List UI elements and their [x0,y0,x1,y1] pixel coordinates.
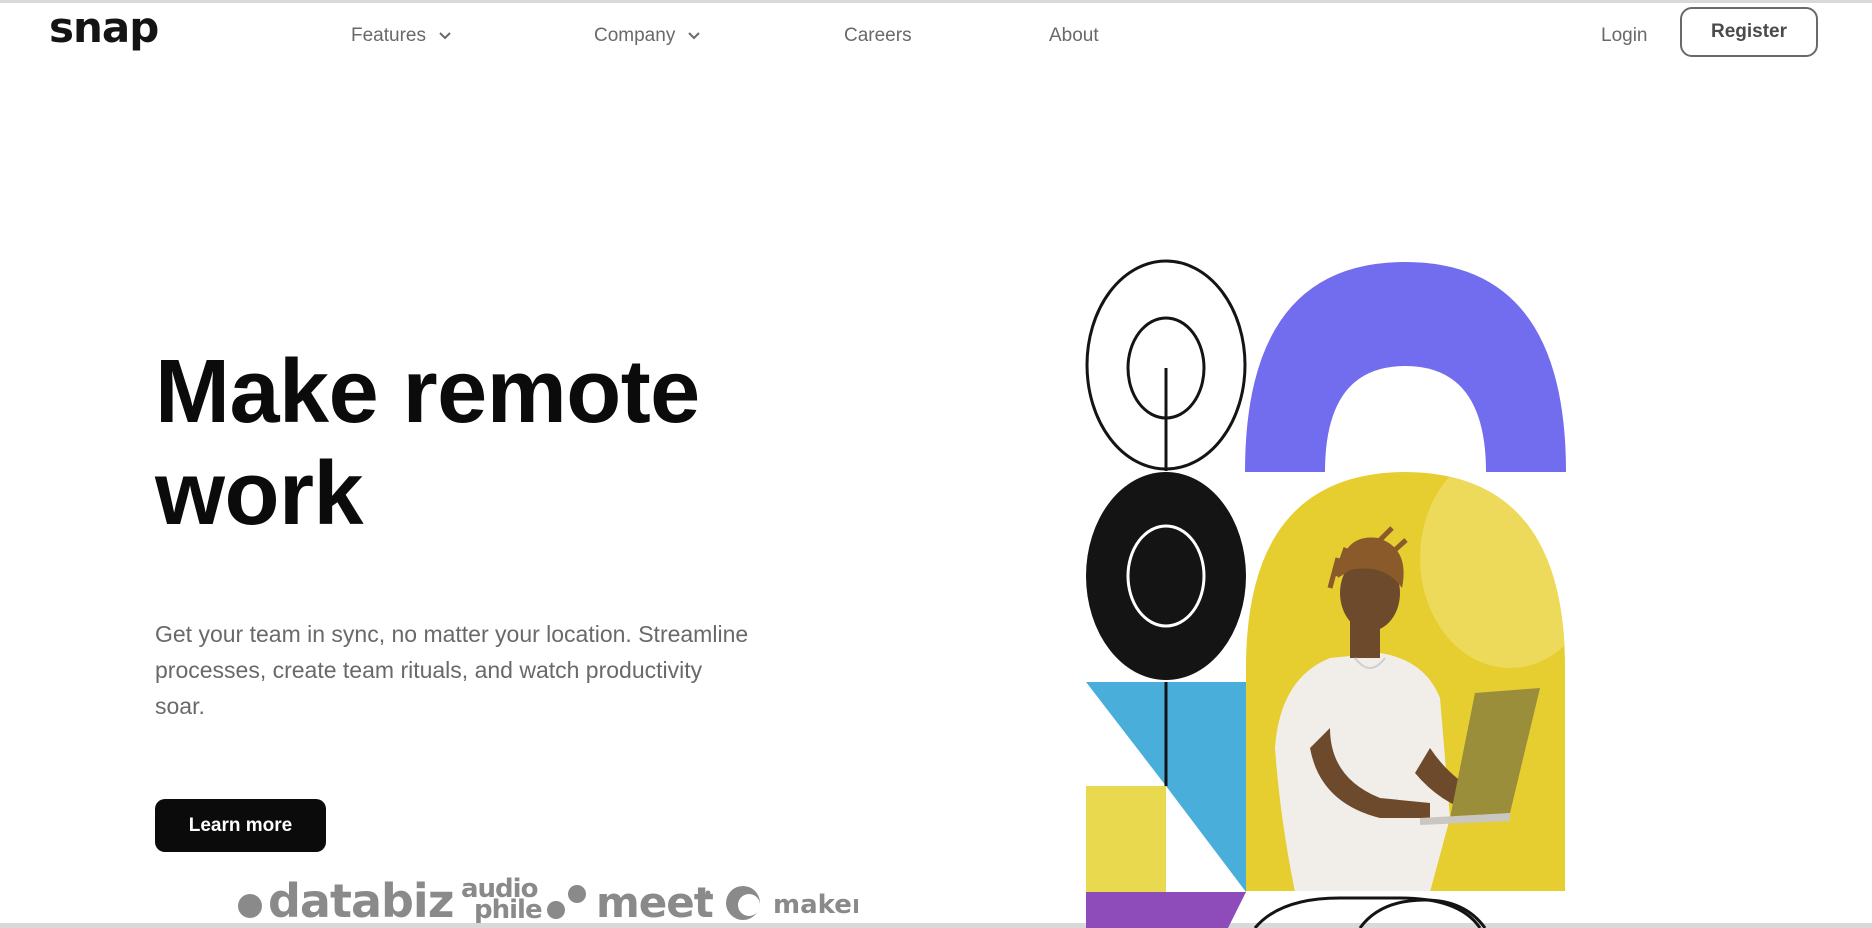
audiophile-logo: audio phile [461,874,543,923]
client-logos: databiz audio phile meet maker [238,874,858,923]
purple-arch-shape [1245,262,1566,472]
nav-company-label: Company [594,25,676,46]
login-link[interactable]: Login [1601,25,1648,47]
meet-logo: meet [547,878,715,923]
hero-headline: Make remote work [155,342,700,544]
violet-block-shape [1086,892,1246,928]
nav-about-label: About [1049,25,1099,46]
nav-features[interactable]: Features [351,25,452,47]
meet-logo-text: meet [596,878,714,923]
register-button[interactable]: Register [1680,7,1818,57]
nav-company[interactable]: Company [594,25,701,47]
black-ring-shape [1086,472,1246,680]
maker-logo-text: maker [773,890,858,920]
learn-more-button[interactable]: Learn more [155,799,326,852]
logo[interactable]: snap [49,7,159,49]
person-with-laptop-photo [1246,472,1565,891]
chevron-down-icon [688,32,701,40]
databiz-logo-text: databiz [268,874,453,923]
yellow-block-shape [1086,786,1166,892]
nav-careers-label: Careers [844,25,912,46]
nav-careers[interactable]: Careers [844,25,912,47]
chevron-down-icon [439,32,451,40]
nav-features-label: Features [351,25,426,46]
maker-logo: maker [726,886,858,920]
hero-subtext: Get your team in sync, no matter your lo… [155,621,749,719]
svg-text:phile: phile [474,895,542,923]
hero-illustration [1085,259,1566,928]
databiz-logo: databiz [238,874,454,923]
nav-about[interactable]: About [1049,25,1099,47]
